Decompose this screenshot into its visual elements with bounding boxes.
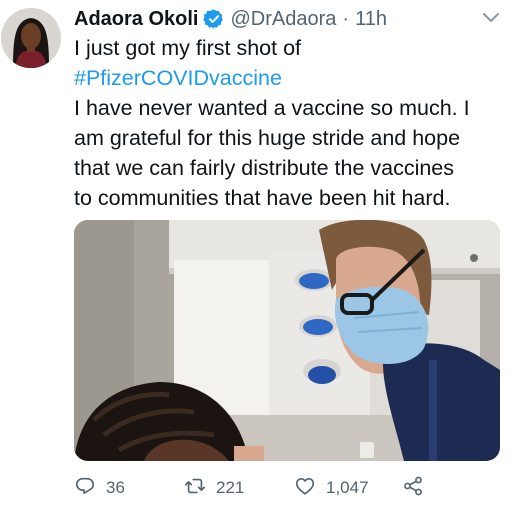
tweet-text-line: that we can fairly distribute the vaccin… — [74, 156, 455, 180]
vaccination-photo — [74, 220, 500, 461]
share-icon — [402, 475, 424, 502]
tweet-text-line: am grateful for this huge stride and hop… — [74, 126, 461, 150]
retweet-icon — [184, 475, 206, 502]
heart-icon — [294, 475, 316, 502]
tweet-text: I just got my first shot of #PfizerCOVID… — [74, 33, 519, 213]
reply-button[interactable]: 36 — [74, 474, 125, 502]
avatar[interactable] — [1, 8, 61, 68]
hashtag-link[interactable]: #PfizerCOVIDvaccine — [74, 63, 519, 93]
retweet-button[interactable]: 221 — [184, 474, 244, 502]
like-button[interactable]: 1,047 — [294, 474, 369, 502]
reply-count: 36 — [106, 478, 125, 497]
tweet-actions: 36 221 1,047 — [74, 474, 514, 502]
tweet-text-line: to communities that have been hit hard. — [74, 186, 451, 210]
author-name[interactable]: Adaora Okoli — [74, 8, 198, 31]
reply-icon — [74, 475, 96, 502]
like-count: 1,047 — [326, 478, 369, 497]
tweet-timestamp[interactable]: 11h — [355, 8, 387, 31]
tweet-text-line: I just got my first shot of — [74, 36, 302, 60]
avatar-image — [1, 8, 61, 68]
verified-badge-icon — [203, 8, 225, 30]
retweet-count: 221 — [216, 478, 245, 497]
tweet[interactable]: Adaora Okoli @DrAdaora · 11h I just got … — [0, 0, 530, 518]
tweet-header: Adaora Okoli @DrAdaora · 11h — [74, 4, 387, 34]
tweet-text-line: I have never wanted a vaccine so much. I — [74, 96, 470, 120]
chevron-down-icon[interactable] — [480, 10, 502, 26]
header-separator: · — [342, 7, 350, 30]
author-handle[interactable]: @DrAdaora — [230, 8, 336, 31]
tweet-photo[interactable] — [74, 220, 500, 461]
share-button[interactable] — [402, 474, 424, 502]
